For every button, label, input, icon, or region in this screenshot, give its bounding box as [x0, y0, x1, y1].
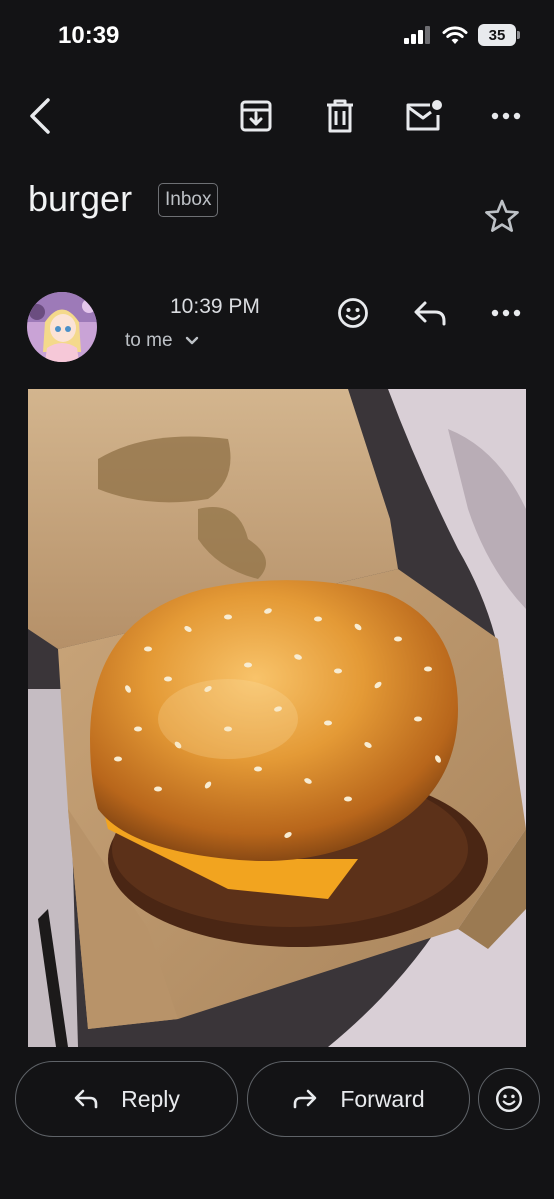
- more-horizontal-icon: [491, 112, 521, 120]
- wifi-icon: [442, 25, 468, 44]
- delete-button[interactable]: [320, 96, 360, 136]
- trash-icon: [327, 99, 353, 133]
- email-timestamp: 10:39 PM: [170, 295, 260, 318]
- mark-unread-icon: [406, 100, 442, 131]
- sender-avatar[interactable]: [27, 292, 97, 362]
- battery-indicator: 35: [478, 24, 520, 46]
- status-icons: 35: [404, 24, 520, 46]
- back-button[interactable]: [20, 96, 60, 136]
- more-horizontal-icon: [491, 309, 521, 317]
- chevron-down-icon: [185, 336, 198, 345]
- mark-unread-button[interactable]: [402, 96, 446, 136]
- forward-icon: [294, 1089, 317, 1109]
- forward-button-label: Forward: [340, 1085, 425, 1112]
- smiley-icon: [338, 298, 368, 328]
- more-options-button[interactable]: [486, 100, 526, 132]
- attached-photo[interactable]: [28, 389, 526, 1047]
- reply-button-label: Reply: [121, 1085, 180, 1112]
- reply-icon-button[interactable]: [410, 296, 450, 330]
- smiley-icon: [495, 1085, 523, 1113]
- status-time: 10:39: [58, 22, 120, 49]
- forward-button[interactable]: Forward: [247, 1061, 470, 1137]
- reply-icon: [74, 1089, 98, 1109]
- recipient-label: to me: [125, 330, 173, 351]
- add-reaction-button[interactable]: [334, 294, 372, 332]
- reply-button[interactable]: Reply: [15, 1061, 238, 1137]
- emoji-reaction-button[interactable]: [478, 1068, 540, 1130]
- archive-icon: [240, 100, 272, 132]
- star-icon: [485, 199, 519, 232]
- back-arrow-icon: [30, 98, 50, 134]
- reply-icon: [414, 301, 446, 326]
- star-button[interactable]: [482, 196, 522, 236]
- inbox-label-chip[interactable]: Inbox: [158, 183, 219, 217]
- cellular-signal-icon: [404, 26, 430, 44]
- message-more-button[interactable]: [486, 298, 526, 328]
- archive-button[interactable]: [236, 96, 276, 136]
- email-subject: burger: [28, 178, 133, 219]
- recipient-details-toggle[interactable]: to me: [125, 330, 199, 352]
